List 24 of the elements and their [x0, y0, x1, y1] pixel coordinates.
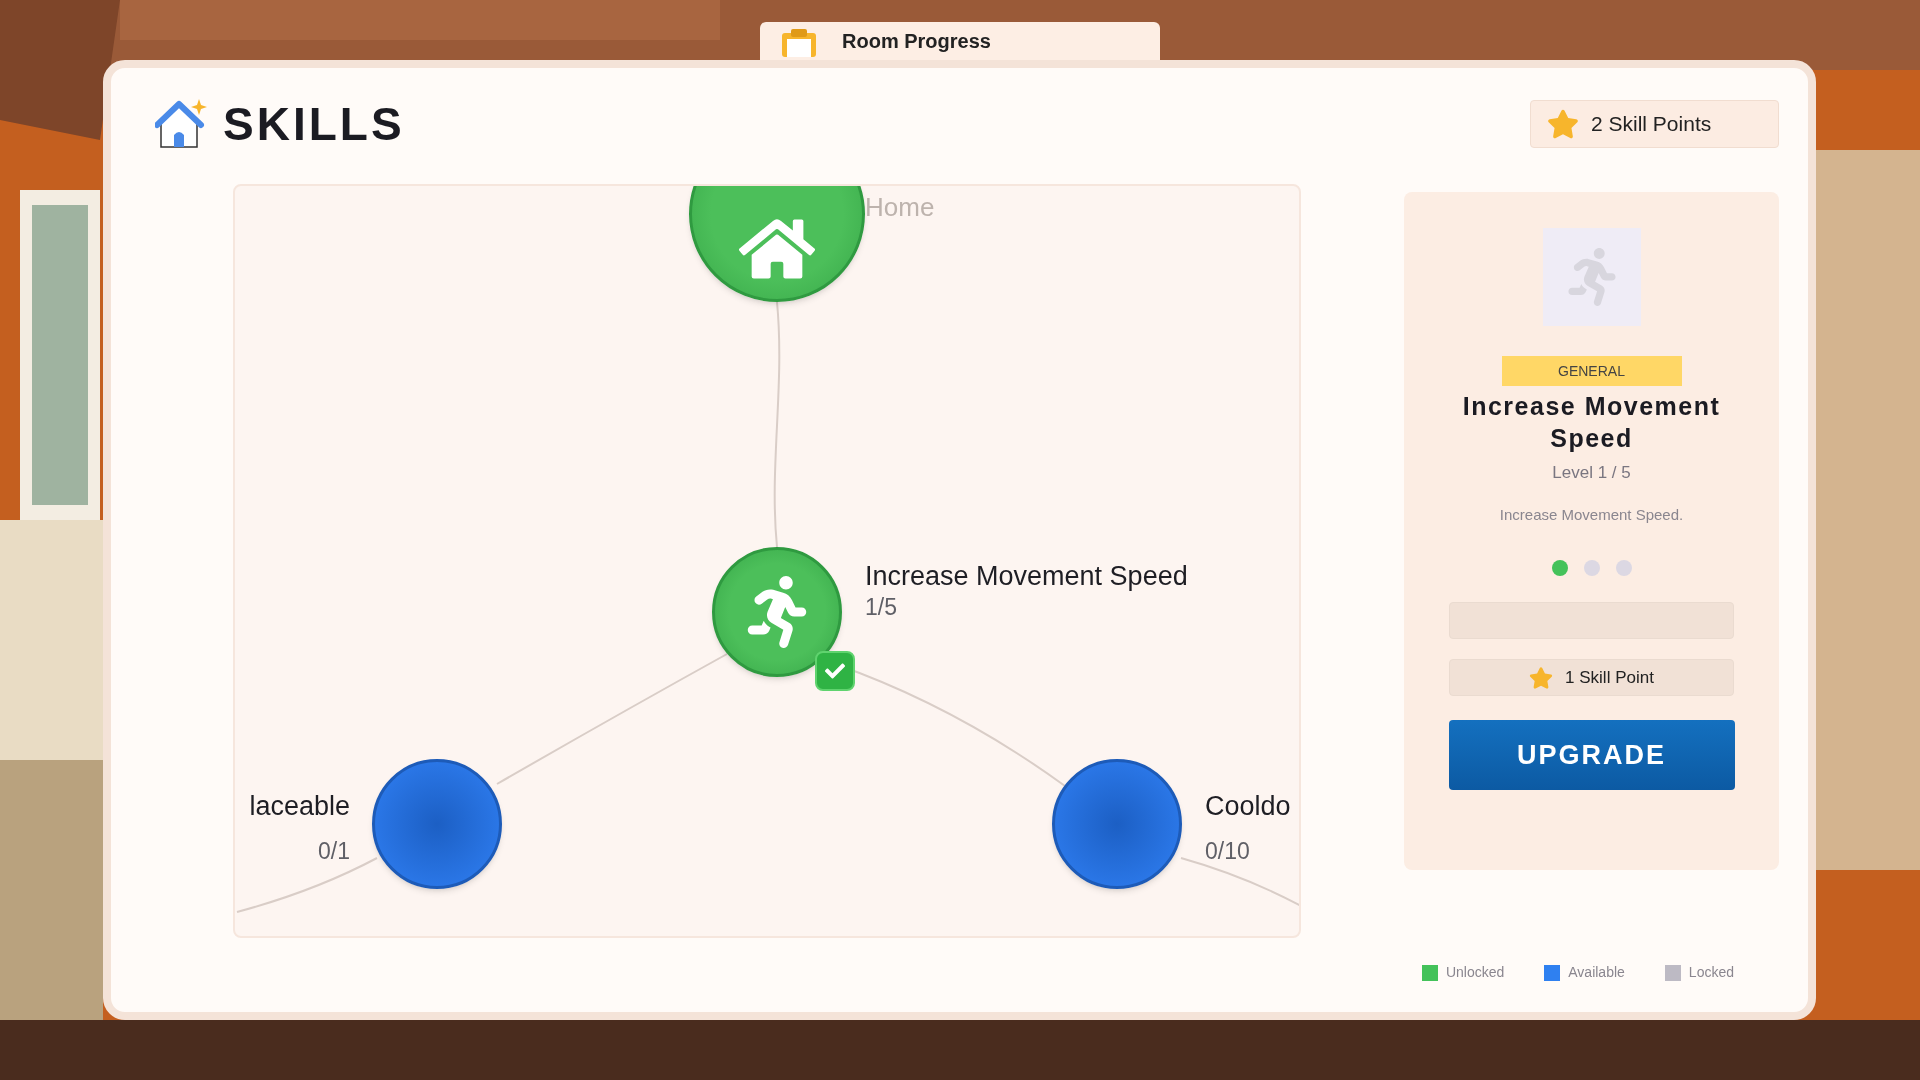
star-icon — [1529, 665, 1554, 690]
skill-description: Increase Movement Speed. — [1499, 504, 1684, 525]
category-tag: GENERAL — [1501, 356, 1682, 386]
node-label: Cooldo — [1205, 790, 1291, 823]
node-label: laceable — [249, 790, 350, 823]
legend-label: Unlocked — [1445, 963, 1505, 982]
house-icon — [155, 97, 207, 151]
tab-label: Room Progress — [842, 29, 991, 53]
node-label: Home — [865, 191, 935, 224]
node-count: 0/1 — [318, 837, 350, 865]
clipboard-icon — [780, 27, 818, 57]
page-title: SKILLS — [223, 96, 405, 152]
node-label: Increase Movement Speed — [865, 560, 1185, 593]
skill-title: Increase Movement Speed — [1461, 391, 1722, 454]
room-progress-tab[interactable]: Room Progress — [760, 22, 1160, 60]
upgrade-button[interactable]: UPGRADE — [1448, 720, 1735, 790]
star-icon — [1547, 108, 1579, 140]
legend-label: Available — [1568, 963, 1625, 982]
skill-points-text: 2 Skill Points — [1591, 111, 1712, 138]
skill-level: Level 1 / 5 — [1552, 462, 1631, 484]
cost-text: 1 Skill Point — [1565, 666, 1654, 689]
node-count: 1/5 — [865, 593, 897, 621]
node-count: 0/10 — [1205, 837, 1250, 865]
legend-label: Locked — [1688, 963, 1734, 982]
